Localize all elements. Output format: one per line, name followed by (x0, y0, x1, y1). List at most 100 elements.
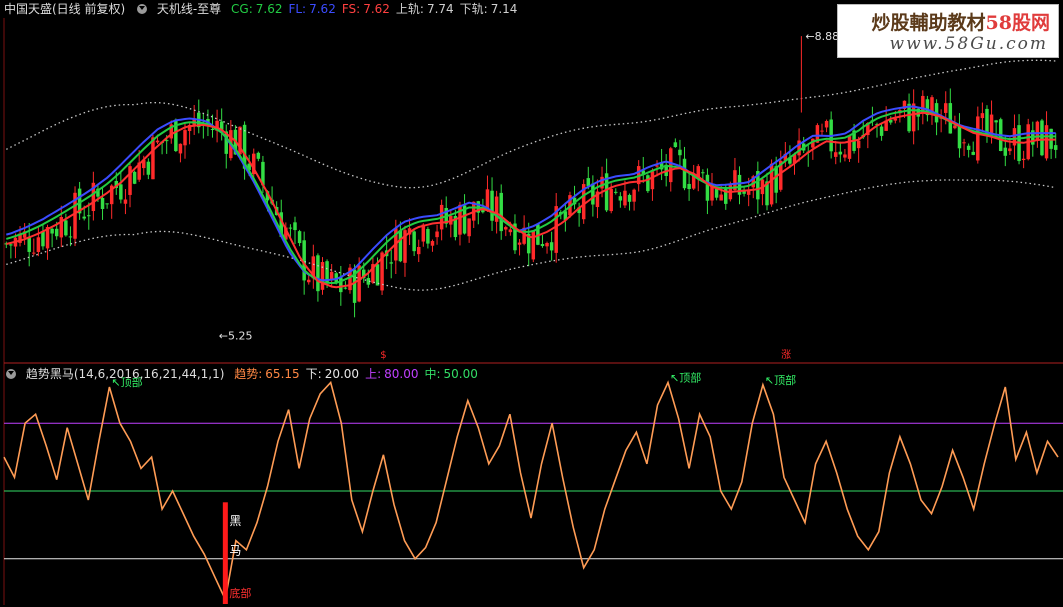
candle-body (316, 255, 320, 292)
candle-body (494, 196, 499, 222)
candle-body (650, 171, 655, 190)
candle-body (966, 145, 971, 150)
watermark-url: www.58Gu.com (889, 34, 1048, 54)
signal-mark: 涨 (781, 349, 791, 361)
candle-body (682, 158, 687, 189)
candle-body (646, 175, 650, 192)
candle-body (1053, 145, 1058, 150)
stock-chart[interactable]: ←8.88←5.25$ 涨黑马底部↖顶部 ↖顶部 ↖顶部 (0, 0, 1063, 607)
readout-2: 上: 80.00 (365, 367, 419, 381)
candle-body (847, 136, 852, 159)
candle-body (632, 189, 636, 202)
candle-body (957, 124, 962, 149)
candle-body (430, 241, 435, 246)
candle-body (943, 103, 948, 113)
dropdown-icon[interactable] (6, 369, 16, 379)
candle-body (82, 216, 86, 219)
candle-body (843, 154, 847, 158)
candle-body (508, 229, 513, 233)
top-label: ↖顶部 (670, 371, 701, 385)
candle-body (288, 227, 293, 229)
candle-body (701, 172, 705, 174)
candle-body (1021, 158, 1026, 161)
candle-body (343, 287, 348, 289)
indicator-name: 天机线-至尊 (156, 2, 222, 16)
candle-body (705, 174, 710, 201)
candle-body (1035, 121, 1040, 141)
candle-body (155, 140, 160, 143)
candle-body (953, 125, 957, 129)
readout-3: 上轨: 7.74 (395, 2, 454, 16)
candle-body (531, 230, 536, 260)
candle-body (151, 137, 155, 180)
candle-body (416, 247, 421, 255)
candle-body (64, 220, 68, 236)
candle-body (9, 244, 13, 246)
candle-body (499, 192, 503, 232)
candle-body (32, 252, 36, 254)
candle-body (183, 130, 187, 146)
candle-body (105, 203, 109, 205)
readout-4: 下轨: 7.14 (459, 2, 518, 16)
candle-body (68, 236, 73, 238)
candle-body (389, 262, 393, 264)
upper-band-line (6, 59, 1056, 189)
candle-body (971, 151, 975, 155)
candle-body (481, 210, 485, 213)
candle-body (504, 227, 508, 230)
readout-0: CG: 7.62 (231, 2, 283, 16)
dropdown-icon[interactable] (137, 4, 148, 14)
fs-line (6, 111, 1056, 289)
candle-body (307, 279, 311, 283)
candle-body (1008, 148, 1012, 152)
candle-body (467, 218, 471, 237)
stock-name: 中国天盛(日线 前复权) (4, 2, 126, 16)
candle-body (329, 271, 334, 280)
candle-body (545, 242, 549, 247)
candle-body (41, 231, 45, 247)
candle-body (132, 171, 137, 184)
candle-body (591, 183, 595, 205)
candle-body (485, 189, 490, 209)
bottom-panel-header: 趋势黑马(14,6,2016,16,21,44,1,1) 趋势: 65.15 下: 2… (4, 366, 490, 382)
candle-body (87, 215, 91, 217)
candle-body (517, 242, 522, 245)
candle-body (412, 231, 416, 252)
candle-body (627, 194, 632, 202)
candle-body (210, 129, 215, 131)
candle-body (1040, 120, 1044, 156)
candle-body (586, 178, 591, 187)
candle-body (320, 262, 325, 290)
candle-body (27, 236, 31, 252)
candle-body (1003, 147, 1008, 156)
lower-band-line (6, 179, 1056, 291)
candle-body (962, 142, 966, 144)
black-horse-bar (222, 502, 228, 604)
candle-body (980, 113, 985, 119)
low-price-marker: ←5.25 (219, 329, 253, 342)
candle-body (948, 103, 953, 134)
high-price-marker: ←8.88 (805, 30, 839, 43)
bottom-label: 底部 (229, 586, 251, 600)
readout-3: 中: 50.00 (424, 367, 478, 381)
candle-body (669, 148, 673, 183)
candle-body (426, 228, 430, 244)
candle-body (100, 197, 105, 209)
candle-body (976, 116, 980, 161)
candle-body (256, 152, 261, 159)
top-panel-header: 中国天盛(日线 前复权) 天机线-至尊 CG: 7.62 FL: 7.62 FS: 7.6… (4, 1, 529, 17)
candle-body (435, 231, 439, 238)
candle-body (1044, 125, 1049, 159)
readout-1: 下: 20.00 (305, 367, 360, 381)
candle-body (774, 166, 778, 193)
candle-body (687, 183, 691, 190)
indicator-readouts: 趋势: 65.15 下: 20.00 上: 80.00 中: 50.00 (234, 367, 484, 381)
candle-body (834, 152, 838, 157)
signal-mark: $ (380, 350, 386, 361)
candle-body (623, 190, 627, 206)
candle-body (549, 242, 554, 251)
candle-body (985, 108, 989, 135)
candle-body (820, 130, 824, 132)
candle-body (907, 103, 911, 132)
candle-body (994, 120, 998, 123)
